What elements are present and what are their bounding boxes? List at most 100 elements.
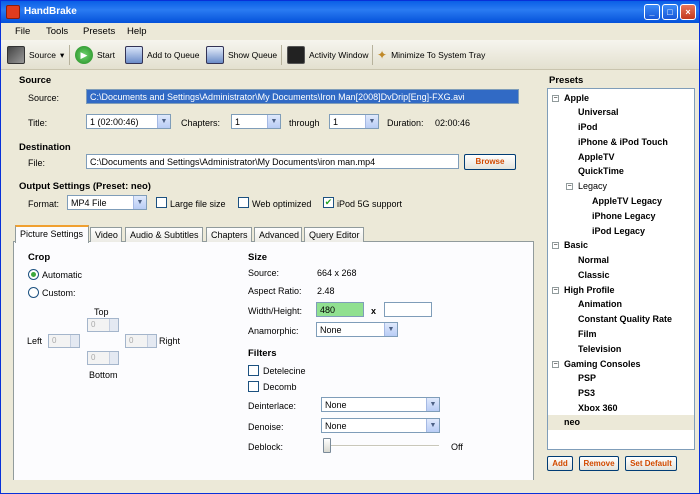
- preset-group-gaming[interactable]: Gaming Consoles: [564, 359, 641, 369]
- large-file-label: Large file size: [170, 199, 226, 209]
- deinterlace-dropdown[interactable]: None ▼: [321, 397, 440, 412]
- maximize-button[interactable]: □: [662, 4, 678, 20]
- remove-preset-button[interactable]: Remove: [579, 456, 619, 471]
- preset-constant-quality[interactable]: Constant Quality Rate: [578, 314, 672, 324]
- destination-section-title: Destination: [19, 142, 71, 153]
- activity-window-button[interactable]: Activity Window: [287, 44, 369, 66]
- preset-psp[interactable]: PSP: [578, 373, 596, 383]
- crop-custom-radio[interactable]: [28, 287, 39, 298]
- collapse-icon[interactable]: −: [552, 287, 559, 294]
- chevron-down-icon: ▼: [267, 115, 280, 128]
- crop-bottom-label: Bottom: [89, 370, 118, 380]
- width-input[interactable]: 480: [316, 302, 364, 317]
- preset-xbox360[interactable]: Xbox 360: [578, 403, 618, 413]
- crop-left-input[interactable]: 0: [48, 334, 80, 348]
- preset-classic[interactable]: Classic: [578, 270, 610, 280]
- preset-universal[interactable]: Universal: [578, 107, 619, 117]
- menu-file[interactable]: File: [15, 26, 30, 37]
- preset-group-basic[interactable]: Basic: [564, 240, 588, 250]
- preset-normal[interactable]: Normal: [578, 255, 609, 265]
- tab-advanced[interactable]: Advanced: [254, 227, 302, 242]
- large-file-checkbox[interactable]: [156, 197, 167, 208]
- tab-video[interactable]: Video: [90, 227, 122, 242]
- tab-audio-subtitles[interactable]: Audio & Subtitles: [125, 227, 203, 242]
- anamorphic-label: Anamorphic:: [248, 326, 299, 336]
- preset-group-high-profile[interactable]: High Profile: [564, 285, 615, 295]
- source-button[interactable]: Source ▾: [7, 44, 64, 66]
- chapter-start-dropdown[interactable]: 1 ▼: [231, 114, 281, 129]
- menu-tools[interactable]: Tools: [46, 26, 68, 37]
- detelecine-checkbox[interactable]: [248, 365, 259, 376]
- collapse-icon[interactable]: −: [552, 361, 559, 368]
- preset-group-apple[interactable]: Apple: [564, 93, 589, 103]
- size-heading: Size: [248, 252, 268, 263]
- preset-appletv[interactable]: AppleTV: [578, 152, 615, 162]
- ipod-support-label: iPod 5G support: [337, 199, 403, 209]
- title-dropdown[interactable]: 1 (02:00:46) ▼: [86, 114, 171, 129]
- set-default-button[interactable]: Set Default: [625, 456, 677, 471]
- filters-heading: Filters: [248, 348, 277, 359]
- web-optimized-checkbox[interactable]: [238, 197, 249, 208]
- deblock-slider-thumb[interactable]: [323, 438, 331, 453]
- preset-neo[interactable]: neo: [564, 417, 580, 427]
- start-button[interactable]: ▶ Start: [75, 44, 115, 66]
- toolbar: Source ▾ ▶ Start Add to Queue Show Queue …: [1, 40, 699, 70]
- add-preset-button[interactable]: Add: [547, 456, 573, 471]
- minimize-to-tray-button[interactable]: ✦ Minimize To System Tray: [377, 44, 485, 66]
- collapse-icon[interactable]: −: [566, 183, 573, 190]
- denoise-label: Denoise:: [248, 422, 284, 432]
- show-queue-button[interactable]: Show Queue: [206, 44, 277, 66]
- terminal-icon: [287, 46, 305, 64]
- tab-query-editor[interactable]: Query Editor: [304, 227, 364, 242]
- crop-right-label: Right: [159, 336, 181, 346]
- destination-file-field[interactable]: C:\Documents and Settings\Administrator\…: [86, 154, 459, 169]
- times-sign: x: [371, 306, 377, 316]
- preset-iphone-legacy[interactable]: iPhone Legacy: [592, 211, 656, 221]
- preset-ipod[interactable]: iPod: [578, 122, 598, 132]
- menu-help[interactable]: Help: [127, 26, 147, 37]
- chevron-down-icon: ▼: [384, 323, 397, 336]
- chapter-end-dropdown[interactable]: 1 ▼: [329, 114, 379, 129]
- tab-picture-settings[interactable]: Picture Settings: [15, 225, 89, 243]
- format-label: Format:: [28, 199, 60, 209]
- crop-automatic-label: Automatic: [42, 270, 83, 280]
- crop-top-input[interactable]: 0: [87, 318, 119, 332]
- title-bar: HandBrake _ □ ×: [1, 1, 699, 23]
- close-button[interactable]: ×: [680, 4, 696, 20]
- browse-button[interactable]: Browse: [464, 154, 516, 170]
- chevron-down-icon: ▼: [365, 115, 378, 128]
- preset-ipod-legacy[interactable]: iPod Legacy: [592, 226, 645, 236]
- ipod-support-checkbox[interactable]: ✔: [323, 197, 334, 208]
- add-to-queue-button[interactable]: Add to Queue: [125, 44, 199, 66]
- preset-quicktime[interactable]: QuickTime: [578, 166, 624, 176]
- minimize-button[interactable]: _: [644, 4, 660, 20]
- anamorphic-dropdown[interactable]: None ▼: [316, 322, 398, 337]
- crop-bottom-input[interactable]: 0: [87, 351, 119, 365]
- preset-appletv-legacy[interactable]: AppleTV Legacy: [592, 196, 662, 206]
- height-input[interactable]: [384, 302, 432, 317]
- denoise-dropdown[interactable]: None ▼: [321, 418, 440, 433]
- crop-automatic-radio[interactable]: [28, 269, 39, 280]
- width-height-label: Width/Height:: [248, 306, 303, 316]
- preset-film[interactable]: Film: [578, 329, 597, 339]
- menu-presets[interactable]: Presets: [83, 26, 115, 37]
- output-section-title: Output Settings (Preset: neo): [19, 181, 151, 192]
- decomb-checkbox[interactable]: [248, 381, 259, 392]
- source-path-field[interactable]: C:\Documents and Settings\Administrator\…: [86, 89, 519, 104]
- crop-right-input[interactable]: 0: [125, 334, 157, 348]
- tab-chapters[interactable]: Chapters: [206, 227, 252, 242]
- source-section-title: Source: [19, 75, 52, 86]
- detelecine-label: Detelecine: [263, 366, 306, 376]
- collapse-icon[interactable]: −: [552, 95, 559, 102]
- preset-iphone[interactable]: iPhone & iPod Touch: [578, 137, 668, 147]
- format-dropdown[interactable]: MP4 File ▼: [67, 195, 147, 210]
- preset-ps3[interactable]: PS3: [578, 388, 595, 398]
- preset-group-legacy[interactable]: Legacy: [578, 181, 607, 191]
- toolbar-separator: [372, 45, 373, 65]
- preset-animation[interactable]: Animation: [578, 299, 622, 309]
- size-source-label: Source:: [248, 268, 280, 278]
- preset-television[interactable]: Television: [578, 344, 621, 354]
- size-source-value: 664 x 268: [317, 268, 357, 278]
- decomb-label: Decomb: [263, 382, 297, 392]
- collapse-icon[interactable]: −: [552, 242, 559, 249]
